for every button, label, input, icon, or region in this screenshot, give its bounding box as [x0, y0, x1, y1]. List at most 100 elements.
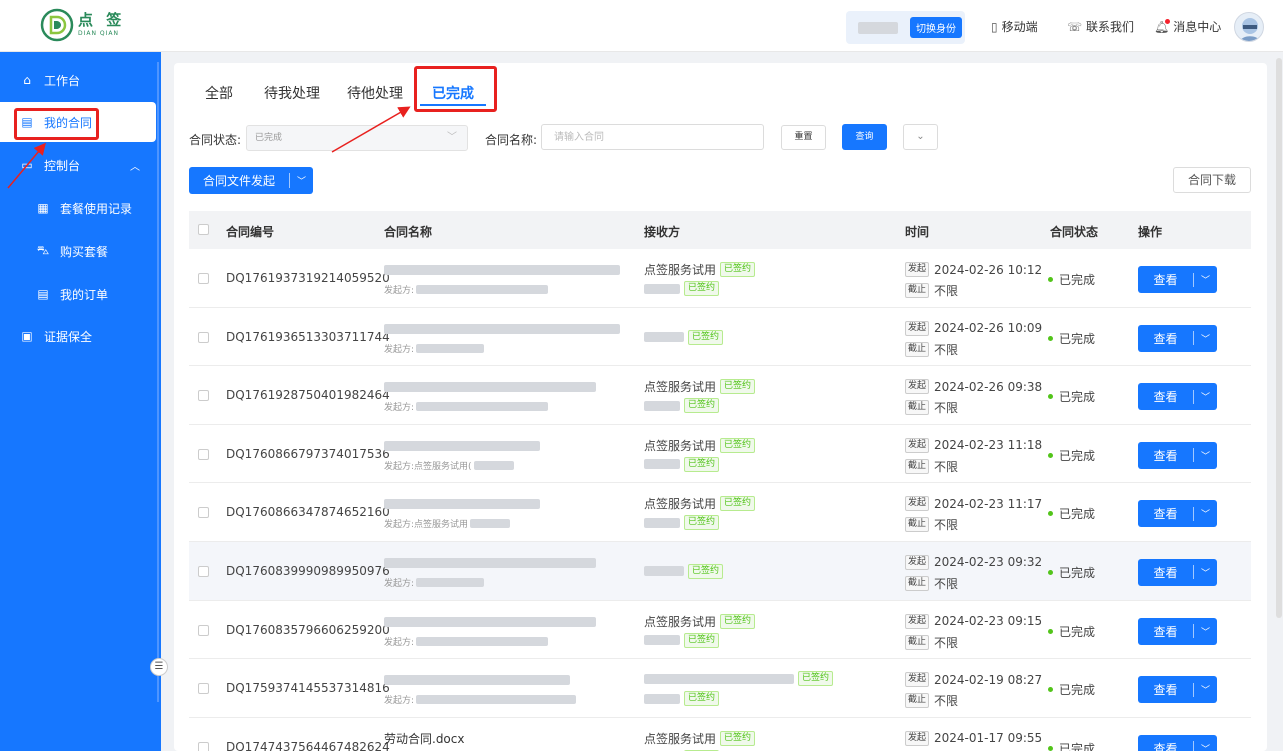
status-select[interactable]: 已完成 ﹀ — [246, 125, 468, 151]
table-row[interactable]: DQ1759374145537314816 发起方: 已签约 已签约 发起 2024-02… — [189, 659, 1251, 718]
table-row[interactable]: DQ1760839990989950976 发起方: 已签约 发起 2024-02-23… — [189, 541, 1251, 601]
receiver-primary: 点签服务试用 已签约 — [644, 613, 756, 630]
table-row[interactable]: DQ1760835796606259200 发起方: 点签服务试用 已签约 已签约 发起 2… — [189, 600, 1251, 660]
view-button[interactable]: 查看 ﹀ — [1138, 676, 1217, 704]
start-time: 发起 2024-02-26 10:12 — [905, 262, 1042, 277]
start-time: 发起 2024-02-23 11:17 — [905, 496, 1042, 512]
order-icon: ▤ — [37, 287, 49, 301]
sidebar-item-console[interactable]: ▭ 控制台 ︿ — [0, 145, 156, 185]
row-checkbox[interactable] — [198, 624, 209, 636]
switch-identity-button[interactable]: 切换身份 — [910, 17, 962, 38]
contract-code: DQ1761936513303711744 — [226, 329, 390, 344]
signed-badge: 已签约 — [688, 329, 724, 345]
view-button[interactable]: 查看 ﹀ — [1138, 500, 1217, 528]
signed-badge: 已签约 — [720, 496, 756, 512]
chevron-down-icon[interactable]: ﹀ — [1194, 625, 1217, 638]
table-row[interactable]: DQ1760866347874652160 发起方: 点签服务试用 点签服务试用 已签约… — [189, 483, 1251, 542]
tab-all[interactable]: 全部 — [205, 83, 233, 103]
logo[interactable]: 点 签 DIAN QIAN — [40, 8, 125, 42]
sender: 发起方: — [384, 635, 549, 648]
receiver-primary: 已签约 — [644, 671, 834, 687]
launch-contract-button[interactable]: 合同文件发起 ﹀ — [189, 167, 313, 194]
message-center-link[interactable]: 🔔︎ 消息中心 — [1154, 18, 1221, 35]
view-button[interactable]: 查看 ﹀ — [1138, 617, 1217, 645]
row-checkbox[interactable] — [198, 331, 209, 343]
status-dot-icon — [1048, 628, 1053, 634]
sidebar-item-my-orders[interactable]: ▤ 我的订单 — [0, 274, 156, 314]
header-name: 合同名称 — [384, 225, 433, 239]
status-dot-icon — [1048, 687, 1053, 693]
logo-chinese-text: 点 签 — [78, 11, 126, 29]
receiver-primary: 已签约 — [644, 563, 724, 579]
contract-name-input[interactable] — [541, 124, 764, 150]
status-filter-label: 合同状态: — [189, 133, 242, 147]
sidebar-item-buy-package[interactable]: ⛍ 购买套餐 — [0, 231, 156, 271]
contract-name-redacted — [384, 498, 540, 512]
select-all-checkbox[interactable] — [198, 224, 209, 235]
chevron-down-icon[interactable]: ﹀ — [1194, 449, 1217, 462]
header-receiver: 接收方 — [644, 225, 681, 239]
chevron-down-icon[interactable]: ﹀ — [1194, 332, 1217, 345]
row-checkbox[interactable] — [198, 390, 209, 402]
view-button[interactable]: 查看 ﹀ — [1138, 558, 1217, 586]
sidebar-collapse-icon[interactable]: ☰ — [150, 658, 168, 676]
chevron-down-icon[interactable]: ﹀ — [290, 174, 313, 187]
row-checkbox[interactable] — [198, 507, 209, 519]
chevron-down-icon[interactable]: ﹀ — [1194, 683, 1217, 696]
chevron-down-icon[interactable]: ﹀ — [1194, 390, 1217, 403]
page-scrollbar[interactable] — [1276, 58, 1282, 618]
mobile-link[interactable]: ▯ 移动端 — [991, 18, 1038, 35]
status-dot-icon — [1048, 452, 1053, 458]
table-header: 合同编号 合同名称 接收方 时间 合同状态 操作 — [189, 211, 1251, 249]
start-time: 发起 2024-02-26 10:09 — [905, 320, 1042, 336]
table-row[interactable]: DQ1761936513303711744 发起方: 已签约 发起 2024-02-26… — [189, 307, 1251, 367]
tab-pending-me[interactable]: 待我处理 — [264, 83, 320, 103]
view-button[interactable]: 查看 ﹀ — [1138, 383, 1217, 411]
chevron-down-icon[interactable]: ﹀ — [1194, 273, 1217, 286]
table-row[interactable]: DQ1760866797374017536 发起方: 点签服务试用(点签服务试用 已签… — [189, 424, 1251, 484]
row-checkbox[interactable] — [198, 741, 209, 751]
view-button[interactable]: 查看 ﹀ — [1138, 324, 1217, 352]
status-badge: 已完成 — [1048, 681, 1095, 698]
end-time: 截止 不限 — [905, 575, 958, 592]
identity-panel: 切换身份 — [846, 11, 965, 44]
contract-code: DQ1760866347874652160 — [226, 505, 390, 520]
header-code: 合同编号 — [226, 225, 275, 239]
expand-filters-button[interactable]: ⌄ — [903, 124, 938, 150]
table-row[interactable]: DQ1747437564467482624劳动合同.docx 点签服务试用已签约已… — [189, 717, 1251, 751]
contract-code: DQ1747437564467482624 — [226, 739, 390, 751]
download-contract-button[interactable]: 合同下载 — [1173, 167, 1251, 193]
row-checkbox[interactable] — [198, 565, 209, 577]
status-badge: 已完成 — [1048, 505, 1095, 522]
user-avatar[interactable] — [1234, 12, 1264, 42]
sidebar-item-workbench[interactable]: ⌂ 工作台 — [0, 60, 156, 100]
receiver-primary: 点签服务试用 已签约 — [644, 495, 756, 512]
row-checkbox[interactable] — [198, 448, 209, 460]
tab-pending-others[interactable]: 待他处理 — [347, 83, 403, 103]
query-button[interactable]: 查询 — [842, 124, 887, 150]
table-row[interactable]: DQ1761937319214059520 发起方: 点签服务试用 已签约 已签约 发起 2… — [189, 249, 1251, 308]
view-button[interactable]: 查看 ﹀ — [1138, 441, 1217, 469]
row-checkbox[interactable] — [198, 273, 209, 284]
chevron-down-icon[interactable]: ﹀ — [1194, 566, 1217, 579]
sidebar-item-evidence[interactable]: ▣ 证据保全 — [0, 316, 156, 356]
table-row[interactable]: DQ1761928750401982464 发起方: 点签服务试用 已签约 已签约 发起 2… — [189, 366, 1251, 425]
view-button[interactable]: 查看 ﹀ — [1138, 266, 1217, 293]
header-time: 时间 — [905, 225, 930, 239]
receiver-primary: 点签服务试用 已签约 — [644, 730, 756, 747]
chevron-down-icon[interactable]: ﹀ — [1194, 742, 1217, 751]
chevron-down-icon[interactable]: ﹀ — [1194, 507, 1217, 520]
reset-button[interactable]: 重置 — [781, 125, 826, 150]
sidebar-item-package-records[interactable]: ▦ 套餐使用记录 — [0, 188, 156, 228]
contract-code: DQ1761928750401982464 — [226, 388, 390, 403]
signed-badge: 已签约 — [720, 730, 756, 746]
signed-badge: 已签约 — [684, 281, 720, 296]
double-chevron-down-icon: ⌄ — [916, 131, 925, 142]
status-badge: 已完成 — [1048, 623, 1095, 640]
contact-link[interactable]: ☏ 联系我们 — [1067, 18, 1134, 35]
sender: 发起方: 点签服务试用( — [384, 459, 514, 472]
row-checkbox[interactable] — [198, 683, 209, 695]
highlight-box-completed-tab — [414, 66, 497, 112]
status-badge: 已完成 — [1048, 564, 1095, 581]
view-button[interactable]: 查看 ﹀ — [1138, 734, 1217, 751]
